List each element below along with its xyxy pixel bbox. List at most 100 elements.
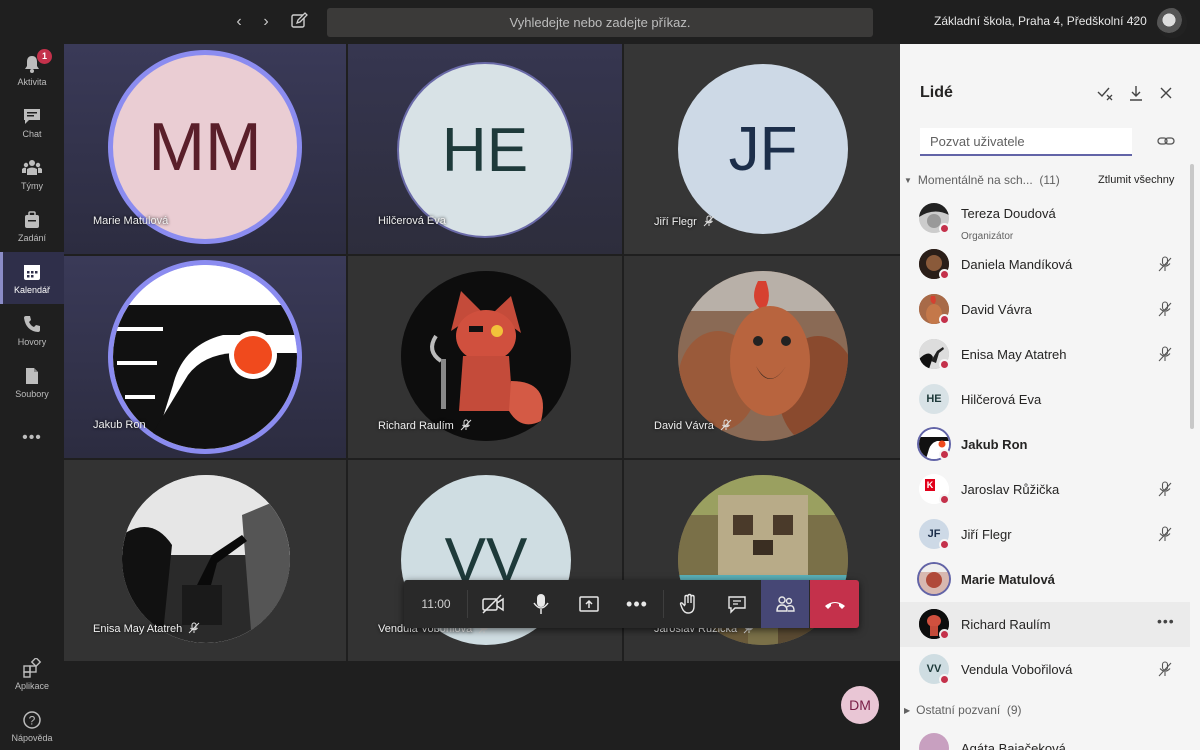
manage-permissions-icon[interactable] [1096,84,1114,102]
participant-avatar [122,475,290,643]
section-count: (11) [1039,173,1060,187]
person-name: Enisa May Atatreh [961,347,1067,362]
avatar [919,733,949,750]
list-item[interactable]: Richard Raulím ••• [900,602,1190,647]
rail-item-assignments[interactable]: Zadání [0,200,64,252]
list-item[interactable]: JF Jiří Flegr [900,512,1190,557]
participant-name: Marie Matulová [93,215,169,227]
download-icon[interactable] [1127,84,1145,102]
participant-name-row: Richard Raulím [378,419,472,432]
section-current[interactable]: ▼ Momentálně na sch... (11) [904,173,1060,187]
rail-item-calls[interactable]: Hovory [0,304,64,356]
forward-arrow-icon[interactable]: › [256,11,276,33]
participant-tile[interactable]: Jakub Ron [64,256,346,458]
participants-button[interactable] [761,580,809,628]
mute-all-button[interactable]: Ztlumit všechny [1098,174,1174,186]
handstand-photo-image [122,475,290,643]
participant-tile[interactable]: HE Hilčerová Eva [348,44,622,254]
list-item[interactable]: Tereza Doudová Organizátor [900,196,1190,248]
mic-off-icon [1158,526,1172,542]
profile-avatar[interactable] [1157,8,1187,38]
list-item[interactable]: Jakub Ron [900,422,1190,467]
rail-item-help[interactable]: ? Nápověda [0,700,64,750]
status-badge [939,269,950,280]
avatar [919,564,949,594]
list-item[interactable]: HE Hilčerová Eva [900,377,1190,422]
more-apps-icon[interactable]: ••• [0,429,64,447]
participant-tile[interactable]: Enisa May Atatreh [64,460,346,661]
participant-tile[interactable]: MM Marie Matulová [64,44,346,254]
hang-up-button[interactable] [810,580,859,628]
camera-off-icon [482,594,504,614]
rail-label: Hovory [17,337,47,347]
compose-icon[interactable] [290,12,310,32]
participant-name-row: David Vávra [654,419,732,432]
status-badge [939,539,950,550]
rail-label: Nápověda [11,733,53,743]
share-screen-button[interactable] [565,580,613,628]
rail-label: Aktivita [17,77,47,87]
avatar-initials: HE [441,115,529,185]
chevron-down-icon[interactable]: ⌵ [1131,13,1139,24]
camera-off-button[interactable] [469,580,517,628]
rail-item-files[interactable]: Soubory [0,356,64,408]
mic-off-icon [720,419,732,431]
command-search-input[interactable]: Vyhledejte nebo zadejte příkaz. [327,8,873,37]
chat-button[interactable] [713,580,761,628]
rail-item-teams[interactable]: Týmy [0,148,64,200]
section-label: Momentálně na sch... [917,173,1033,187]
list-item[interactable]: Agáta Bajačeková [900,726,1190,750]
section-other-invited[interactable]: ▶ Ostatní pozvaní (9) [904,703,1022,717]
more-options-icon[interactable]: ••• [1157,613,1175,629]
mic-off-icon [703,215,715,227]
mic-off-icon [1158,661,1172,677]
person-name: Marie Matulová [961,572,1055,587]
svg-text:K: K [927,480,934,490]
person-name: Richard Raulím [961,617,1051,632]
raise-hand-button[interactable] [665,580,713,628]
rail-item-chat[interactable]: Chat [0,96,64,148]
rail-item-activity[interactable]: 1 Aktivita [0,44,64,96]
participant-tile[interactable]: JF Jiří Flegr [624,44,900,254]
close-icon[interactable] [1157,84,1175,102]
participant-tile[interactable]: Jaroslav Růžička [624,460,900,661]
list-item[interactable]: Enisa May Atatreh [900,332,1190,377]
participant-tile[interactable]: Richard Raulím [348,256,622,458]
people-panel: Lidé Pozvat uživatele ▼ Momentálně na sch… [900,44,1200,750]
rail-label: Chat [22,129,42,139]
share-link-icon[interactable] [1157,132,1175,150]
rail-label: Zadání [17,233,47,243]
avatar-initials: VV [926,663,942,675]
back-arrow-icon[interactable]: ‹ [229,11,249,33]
list-item[interactable]: K Jaroslav Růžička [900,467,1190,512]
chevron-right-icon: ▶ [904,706,911,715]
panel-title: Lidé [920,84,953,101]
divider [663,590,664,618]
participant-tile[interactable]: David Vávra [624,256,900,458]
help-icon: ? [23,711,41,729]
participant-tile[interactable]: VV Vendula Vobořilová [348,460,622,661]
list-item[interactable]: David Vávra [900,287,1190,332]
avatar-initials: HE [926,393,942,405]
avatar-initials: MM [148,109,262,185]
microphone-button[interactable] [517,580,565,628]
person-name: Daniela Mandíková [961,257,1073,272]
rail-item-calendar[interactable]: Kalendář [0,252,64,304]
mic-off-icon [1158,481,1172,497]
scrollbar[interactable] [1190,164,1194,429]
invite-user-input[interactable]: Pozvat uživatele [920,128,1132,156]
files-icon [26,368,38,384]
list-item[interactable]: Marie Matulová [900,557,1190,602]
org-name[interactable]: Základní škola, Praha 4, Předškolní 420 [934,14,1147,28]
list-item[interactable]: VV Vendula Vobořilová [900,647,1190,692]
video-stage: MM Marie Matulová HE Hilčerová Eva JF Ji… [64,44,900,750]
self-preview-avatar[interactable]: DM [841,686,879,724]
participant-name-row: Jiří Flegr [654,215,715,228]
more-actions-icon[interactable]: ••• [613,580,661,628]
list-item[interactable]: Daniela Mandíková [900,242,1190,287]
mic-off-icon [460,419,472,431]
rail-item-apps[interactable]: Aplikace [0,648,64,700]
rail-label: Týmy [21,181,43,191]
microphone-icon [533,594,549,614]
phone-icon [24,316,40,332]
